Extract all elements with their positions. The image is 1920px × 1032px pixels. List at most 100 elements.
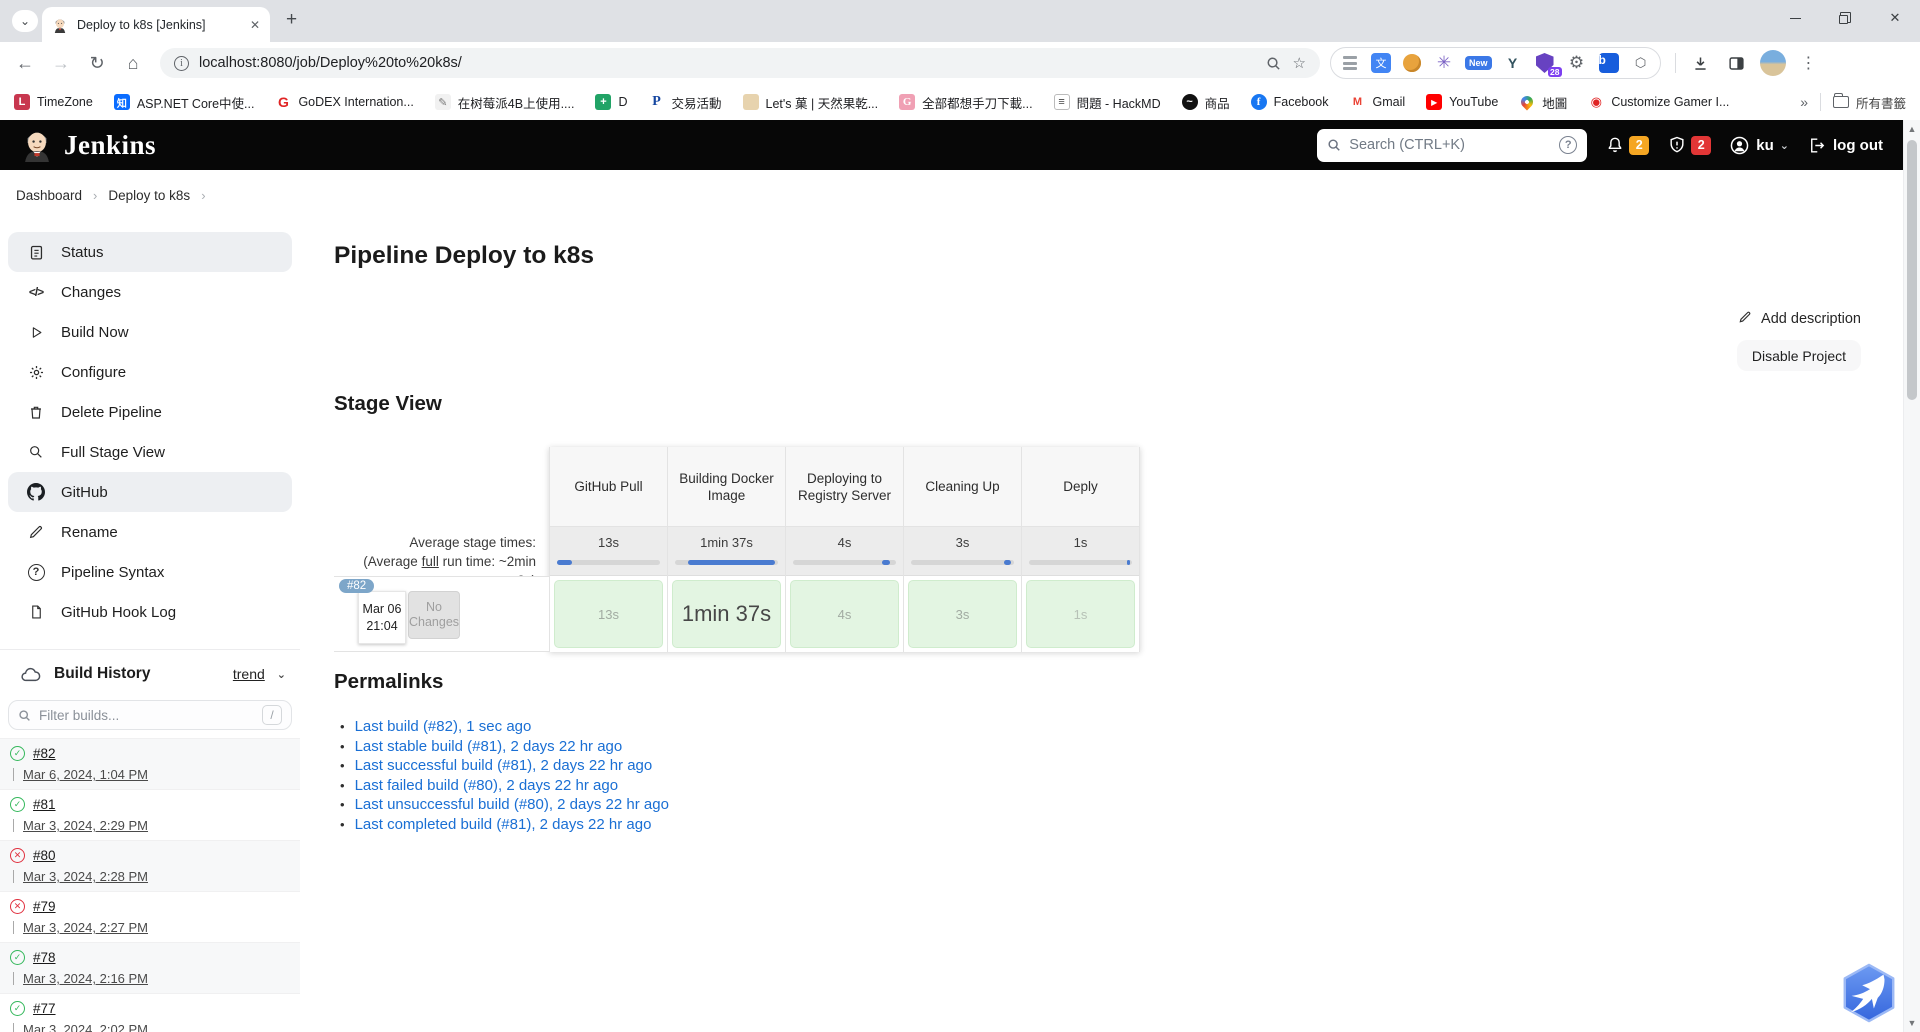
- sidebar-item-pipeline-syntax[interactable]: ? Pipeline Syntax: [8, 552, 292, 592]
- thunder-download-icon[interactable]: [1838, 962, 1900, 1024]
- permalink-last-build[interactable]: Last build (#82), 1 sec ago: [355, 717, 532, 737]
- build-row-79[interactable]: ✕#79 Mar 3, 2024, 2:27 PM: [0, 891, 300, 942]
- build-row-81[interactable]: ✓#81 Mar 3, 2024, 2:29 PM: [0, 789, 300, 840]
- build-row-80[interactable]: ✕#80 Mar 3, 2024, 2:28 PM: [0, 840, 300, 891]
- back-button[interactable]: ←: [8, 46, 42, 80]
- build-id-link[interactable]: #77: [33, 1001, 56, 1016]
- filter-builds-box[interactable]: /: [8, 700, 292, 730]
- stage-run-cell[interactable]: 1s: [1022, 576, 1139, 652]
- build-row-77[interactable]: ✓#77 Mar 3, 2024, 2:02 PM: [0, 993, 300, 1032]
- forward-button[interactable]: →: [44, 46, 78, 80]
- home-button[interactable]: ⌂: [116, 46, 150, 80]
- search-input[interactable]: [1349, 137, 1551, 153]
- downloads-button[interactable]: [1684, 46, 1718, 80]
- stage-run-cell[interactable]: 13s: [550, 576, 667, 652]
- page-scrollbar[interactable]: ▲ ▼: [1903, 120, 1920, 1032]
- new-badge-extension-icon[interactable]: New: [1465, 56, 1492, 70]
- shield-extension-icon[interactable]: 28: [1534, 52, 1556, 74]
- build-date-link[interactable]: Mar 3, 2024, 2:02 PM: [23, 1022, 148, 1032]
- bookmark-star-icon[interactable]: ☆: [1293, 54, 1306, 72]
- bookmark-paypal[interactable]: P交易活動: [649, 93, 722, 112]
- scroll-up-arrow-icon[interactable]: ▲: [1904, 124, 1920, 134]
- trend-link[interactable]: trend: [233, 666, 265, 682]
- tab-close-icon[interactable]: ✕: [250, 18, 260, 32]
- run-build-badge[interactable]: #82: [339, 579, 374, 593]
- build-date-link[interactable]: Mar 3, 2024, 2:16 PM: [23, 971, 148, 986]
- run-date-cell[interactable]: Mar 06 21:04: [358, 591, 406, 644]
- disable-project-button[interactable]: Disable Project: [1737, 340, 1861, 371]
- permalink-last-successful[interactable]: Last successful build (#81), 2 days 22 h…: [355, 756, 653, 776]
- bookmark-customize-gamer[interactable]: ◉Customize Gamer I...: [1588, 94, 1729, 110]
- notifications-button[interactable]: 2: [1605, 135, 1649, 155]
- translate-extension-icon[interactable]: 文: [1371, 53, 1391, 73]
- bookmarks-overflow-button[interactable]: »: [1800, 94, 1808, 110]
- stage-run-cell[interactable]: 3s: [904, 576, 1021, 652]
- all-bookmarks-button[interactable]: 所有書籤: [1833, 93, 1906, 112]
- build-id-link[interactable]: #79: [33, 899, 56, 914]
- close-button[interactable]: ✕: [1870, 0, 1920, 36]
- filter-builds-input[interactable]: [39, 708, 254, 723]
- asterisk-extension-icon[interactable]: ✳: [1433, 52, 1455, 74]
- restore-button[interactable]: [1820, 0, 1870, 36]
- scrollbar-thumb[interactable]: [1907, 140, 1917, 400]
- permalink-last-failed[interactable]: Last failed build (#80), 2 days 22 hr ag…: [355, 776, 619, 796]
- sidebar-item-changes[interactable]: </> Changes: [8, 272, 292, 312]
- site-info-icon[interactable]: i: [174, 56, 189, 71]
- chevron-down-icon[interactable]: ⌄: [277, 668, 286, 681]
- build-id-link[interactable]: #81: [33, 797, 56, 812]
- permalink-last-unsuccessful[interactable]: Last unsuccessful build (#80), 2 days 22…: [355, 795, 669, 815]
- breadcrumb-job[interactable]: Deploy to k8s: [108, 188, 190, 203]
- extensions-puzzle-icon[interactable]: ⬡: [1630, 52, 1652, 74]
- permalink-last-stable[interactable]: Last stable build (#81), 2 days 22 hr ag…: [355, 737, 623, 757]
- stage-run-cell[interactable]: 1min 37s: [668, 576, 785, 652]
- build-date-link[interactable]: Mar 6, 2024, 1:04 PM: [23, 767, 148, 782]
- sidebar-item-github-hook-log[interactable]: GitHub Hook Log: [8, 592, 292, 632]
- add-description-button[interactable]: Add description: [1738, 310, 1861, 327]
- sidebar-item-build-now[interactable]: Build Now: [8, 312, 292, 352]
- bookmark-raspberry[interactable]: ✎在树莓派4B上使用....: [435, 93, 575, 112]
- build-id-link[interactable]: #80: [33, 848, 56, 863]
- security-button[interactable]: 2: [1667, 135, 1711, 155]
- sidebar-item-delete-pipeline[interactable]: Delete Pipeline: [8, 392, 292, 432]
- bookmark-aspnet[interactable]: 知ASP.NET Core中使...: [114, 93, 255, 112]
- url-text[interactable]: localhost:8080/job/Deploy%20to%20k8s/: [199, 55, 1256, 71]
- new-tab-button[interactable]: +: [286, 9, 297, 31]
- sidebar-item-full-stage-view[interactable]: Full Stage View: [8, 432, 292, 472]
- profile-avatar[interactable]: [1756, 46, 1790, 80]
- side-panel-button[interactable]: [1720, 46, 1754, 80]
- sidebar-item-github[interactable]: GitHub: [8, 472, 292, 512]
- bookmark-hackmd[interactable]: ≡問題 - HackMD: [1054, 93, 1161, 112]
- user-menu[interactable]: ku ⌄: [1729, 135, 1789, 156]
- build-date-link[interactable]: Mar 3, 2024, 2:27 PM: [23, 920, 148, 935]
- zoom-icon[interactable]: [1266, 56, 1281, 71]
- build-date-link[interactable]: Mar 3, 2024, 2:28 PM: [23, 869, 148, 884]
- bookmark-gmail[interactable]: MGmail: [1350, 94, 1406, 110]
- build-row-82[interactable]: ✓#82 Mar 6, 2024, 1:04 PM: [0, 738, 300, 789]
- bookmark-facebook[interactable]: fFacebook: [1251, 94, 1329, 110]
- jenkins-search-box[interactable]: ?: [1317, 129, 1587, 162]
- bookmark-youtube[interactable]: ▶YouTube: [1426, 94, 1498, 110]
- browser-menu-button[interactable]: ⋮: [1792, 46, 1826, 80]
- sidebar-item-configure[interactable]: Configure: [8, 352, 292, 392]
- breadcrumb-separator-icon[interactable]: ›: [201, 188, 205, 203]
- bookmark-download-site[interactable]: G全部都想手刀下載...: [899, 93, 1032, 112]
- reload-button[interactable]: ↻: [80, 46, 114, 80]
- bookmark-shop[interactable]: ~商品: [1182, 93, 1230, 112]
- scroll-down-arrow-icon[interactable]: ▼: [1904, 1018, 1920, 1028]
- stage-run-cell[interactable]: 4s: [786, 576, 903, 652]
- bookmark-godex[interactable]: GGoDEX Internation...: [275, 94, 413, 110]
- minimize-button[interactable]: [1770, 0, 1820, 36]
- browser-tab[interactable]: Deploy to k8s [Jenkins] ✕: [42, 7, 270, 42]
- breadcrumb-dashboard[interactable]: Dashboard: [16, 188, 82, 203]
- sidebar-item-rename[interactable]: Rename: [8, 512, 292, 552]
- search-help-icon[interactable]: ?: [1559, 136, 1577, 154]
- cookie-extension-icon[interactable]: [1401, 52, 1423, 74]
- logout-button[interactable]: log out: [1807, 136, 1883, 155]
- build-id-link[interactable]: #82: [33, 746, 56, 761]
- jenkins-brand[interactable]: Jenkins: [20, 128, 156, 162]
- permalink-last-completed[interactable]: Last completed build (#81), 2 days 22 hr…: [355, 815, 652, 835]
- build-date-link[interactable]: Mar 3, 2024, 2:29 PM: [23, 818, 148, 833]
- bitwarden-extension-icon[interactable]: b: [1598, 52, 1620, 74]
- fork-extension-icon[interactable]: Y: [1502, 52, 1524, 74]
- bookmark-maps[interactable]: 地圖: [1519, 93, 1567, 112]
